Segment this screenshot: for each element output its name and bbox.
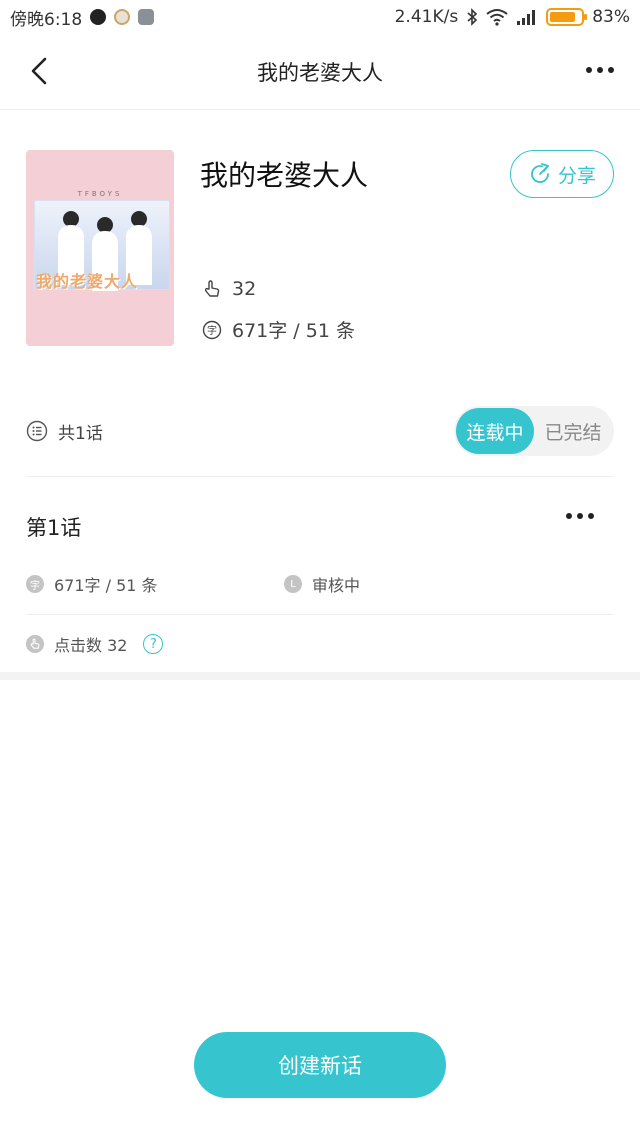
word-stat: 字 671字 / 51 条	[202, 316, 355, 343]
svg-text:字: 字	[207, 324, 217, 337]
section-separator	[0, 672, 640, 680]
book-title: 我的老婆大人	[200, 159, 369, 192]
status-time: 傍晚6:18	[10, 9, 83, 30]
app-notification-icon	[114, 9, 131, 25]
help-icon[interactable]: ?	[143, 634, 164, 654]
top-nav-bar: 我的老婆大人	[0, 34, 640, 110]
cover-band-text: TFBOYS	[77, 190, 123, 198]
share-label: 分享	[557, 164, 596, 187]
likes-count: 32	[232, 278, 257, 300]
cover-title-text: 我的老婆大人	[36, 272, 139, 291]
word-stats: 671字 / 51 条	[232, 320, 355, 342]
battery-percent: 83%	[592, 7, 630, 27]
likes-stat: 32	[202, 278, 256, 300]
page-title: 我的老婆大人	[257, 60, 383, 85]
review-status-text: 审核中	[312, 576, 361, 595]
bluetooth-icon	[467, 8, 478, 26]
chapter-more-icon[interactable]	[564, 508, 596, 524]
chapter-title[interactable]: 第1话	[26, 512, 81, 542]
word-count-icon: 字	[202, 320, 222, 339]
wifi-icon	[486, 9, 508, 26]
status-finished-option[interactable]: 已完结	[534, 418, 612, 445]
chapter-word-stats: 671字 / 51 条	[54, 576, 158, 595]
click-hand-icon	[204, 280, 220, 297]
chapter-clicks: 点击数 32 ?	[26, 632, 164, 656]
click-hand-icon	[26, 635, 44, 653]
create-episode-button[interactable]: 创建新话	[194, 1032, 446, 1098]
app-notification-icon	[138, 9, 155, 25]
review-status-icon: L	[284, 575, 302, 593]
chapter-word-stat: 字 671字 / 51 条	[26, 572, 158, 596]
battery-icon	[546, 8, 588, 26]
status-ongoing-option[interactable]: 连载中	[456, 408, 534, 454]
status-bar: 傍晚6:18 2.41K/s 83%	[0, 0, 640, 34]
click-count: 点击数 32	[54, 636, 128, 655]
episode-count: 共1话	[58, 423, 103, 444]
book-cover[interactable]: TFBOYS 我的老婆大人	[26, 150, 174, 346]
more-horizontal-icon[interactable]	[584, 60, 616, 80]
network-speed: 2.41K/s	[394, 7, 459, 27]
list-icon	[26, 420, 48, 442]
app-notification-icon	[90, 9, 107, 25]
chapter-review-status: L 审核中	[284, 572, 360, 596]
word-count-icon: 字	[26, 575, 44, 593]
episodes-summary: 共1话 连载中 已完结	[26, 406, 614, 456]
signal-icon	[517, 10, 536, 25]
share-button[interactable]: 分享	[510, 150, 614, 198]
share-icon	[531, 163, 549, 183]
divider	[26, 614, 614, 615]
serial-status-toggle[interactable]: 连载中 已完结	[454, 406, 614, 456]
chevron-left-icon[interactable]	[26, 56, 56, 86]
divider	[26, 476, 614, 477]
